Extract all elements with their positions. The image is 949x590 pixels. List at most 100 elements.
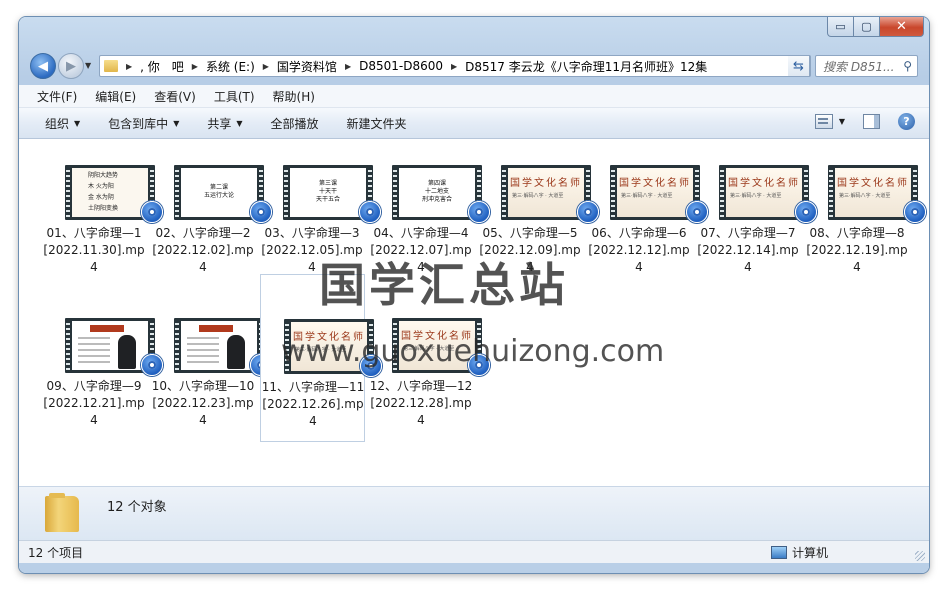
file-item[interactable]: 第二课 五运行大论 02、八字命理—2[2022.12.02].mp4 [151,121,272,289]
film-perforation [393,167,397,218]
navigation-row: ◀ ▶ ▼ ▶ , 你 吧 ▶ 系统 (E:) ▶ 国学资料馆 ▶ D8501-D8600 ▶ D… [19,50,929,80]
search-placeholder: 搜索 D851... [823,59,895,74]
thumbnail-text: 五运行大论 [203,192,234,199]
thumbnail-text-line [187,361,219,363]
computer-icon [771,546,787,559]
thumbnail-frame: 国学文化名师 第三·解码八字 · 大道至 [726,168,802,217]
close-icon: ✕ [896,19,907,34]
file-item[interactable]: 09、八字命理—9[2022.12.21].mp4 [42,274,163,442]
thumbnail-frame [181,321,257,370]
media-player-icon [904,201,926,223]
film-perforation [66,320,70,371]
explorer-window: ▭ ▢ ✕ ◀ ▶ ▼ ▶ , 你 吧 ▶ 系统 (E:) ▶ 国学资料馆 ▶ D8501-D… [19,17,929,573]
file-list-area[interactable]: 阴阳大趋势木 火为阳金 水为阴 土阴阳变换 01、八字命理—1[2022.11.30… [19,139,929,486]
menu-view[interactable]: 查看(V) [144,88,204,105]
thumbnail-text-line [187,355,219,357]
arrow-right-icon: ▶ [66,58,76,74]
caption-buttons: ▭ ▢ ✕ [827,17,924,37]
file-name: 07、八字命理—7[2022.12.14].mp4 [697,226,799,274]
thumbnail-frame: 第三课 十天干 天干五合 [290,168,366,217]
back-button[interactable]: ◀ [30,53,56,79]
film-perforation [66,167,70,218]
thumbnail-text: 刑冲克害合 [421,196,452,203]
breadcrumb-item[interactable]: D8501-D8600 [359,59,443,73]
file-name: 12、八字命理—12[2022.12.28].mp4 [369,379,473,427]
item-count: 12 个项目 [28,546,84,560]
minimize-icon: ▭ [835,20,846,33]
file-item[interactable]: 国学文化名师 第三·解码八字 · 大道至 07、八字命理—7[2022.12.14]… [696,121,817,289]
refresh-icon: ⇆ [793,58,804,74]
breadcrumb-item[interactable]: D8517 李云龙《八字命理11月名师班》12集 [465,58,707,75]
thumbnail-frame [72,321,148,370]
menu-tools[interactable]: 工具(T) [204,88,263,105]
breadcrumb-separator-icon[interactable]: ▶ [451,62,457,71]
maximize-icon: ▢ [861,20,872,33]
menu-edit[interactable]: 编辑(E) [85,88,144,105]
thumbnail-text: 阴阳大趋势 [88,172,119,179]
search-input[interactable]: 搜索 D851... ⚲ [815,55,918,77]
film-perforation [829,167,833,218]
file-item[interactable]: 国学文化名师第三·解码八字 · 大道至 06、八字命理—6[2022.12.12]… [587,121,708,289]
file-item[interactable]: 阴阳大趋势木 火为阳金 水为阴 土阴阳变换 01、八字命理—1[2022.11.30… [42,121,163,289]
presenter-figure [227,335,245,369]
thumbnail-text: 第三课 [318,180,337,187]
breadcrumb-item[interactable]: 国学资料馆 [277,58,337,75]
status-bar: 12 个项目 计算机 [19,540,929,563]
thumbnail-text-line [187,349,219,351]
recent-pages-dropdown[interactable]: ▼ [85,61,91,70]
file-name: 06、八字命理—6[2022.12.12].mp4 [588,226,690,274]
forward-button[interactable]: ▶ [58,53,84,79]
thumbnail-banner [90,325,124,332]
menu-file[interactable]: 文件(F) [27,88,85,105]
thumbnail-text: 金 水为阴 [88,194,114,201]
thumbnail-text-line [78,361,110,363]
presenter-figure [118,335,136,369]
thumbnail-text: 第二课 [209,184,228,191]
folder-icon [104,60,118,72]
thumbnail-frame: 国学文化名师 第三·解码八字 · 大道至 [835,168,911,217]
thumbnail-frame: 国学文化名师第三·解码八字 · 大道至 [617,168,693,217]
film-perforation [720,167,724,218]
file-name: 01、八字命理—1[2022.11.30].mp4 [43,226,145,274]
resize-grip[interactable] [915,551,925,561]
breadcrumb-item[interactable]: , 你 吧 [140,58,184,75]
minimize-button[interactable]: ▭ [827,17,854,37]
thumbnail-text: 十天干 [318,188,337,195]
file-name: 08、八字命理—8[2022.12.19].mp4 [806,226,908,274]
details-pane: 12 个对象 [19,486,929,540]
file-item[interactable]: 国学文化名师 第三·解码八字 · 大道至 08、八字命理—8[2022.12.19]… [805,121,926,289]
folder-icon [45,493,79,532]
thumbnail-text-line [78,343,110,345]
refresh-button[interactable]: ⇆ [788,55,810,77]
menu-help[interactable]: 帮助(H) [263,88,323,105]
thumbnail-frame: 第四课 十二地支 刑冲克害合 [399,168,475,217]
breadcrumb-separator-icon[interactable]: ▶ [192,62,198,71]
breadcrumb-item[interactable]: 系统 (E:) [206,58,255,75]
thumbnail-title: 国学文化名师 [619,178,691,189]
thumbnail-subtitle: 第三·解码八字 · 大道至 [621,193,673,199]
file-item[interactable]: 10、八字命理—10[2022.12.23].mp4 [151,274,272,442]
close-button[interactable]: ✕ [880,17,924,37]
arrow-left-icon: ◀ [38,58,48,74]
address-bar[interactable]: ▶ , 你 吧 ▶ 系统 (E:) ▶ 国学资料馆 ▶ D8501-D8600 ▶ D8517 李… [99,55,811,77]
maximize-button[interactable]: ▢ [854,17,880,37]
thumbnail-subtitle: 第三·解码八字 · 大道至 [730,193,782,199]
film-perforation [502,167,506,218]
thumbnail-banner [199,325,233,332]
breadcrumb-separator-icon[interactable]: ▶ [345,62,351,71]
search-icon[interactable]: ⚲ [903,59,912,73]
breadcrumb-separator-icon[interactable]: ▶ [263,62,269,71]
thumbnail-text: 第四课 [427,180,446,187]
watermark-text: 国学汇总站 [319,258,569,312]
film-perforation [284,167,288,218]
watermark-url: www.guoxuehuizong.com [281,334,665,369]
thumbnail-text-line [78,349,110,351]
film-perforation [175,167,179,218]
breadcrumb-separator-icon[interactable]: ▶ [126,62,132,71]
thumbnail-subtitle: 第三·解码八字 · 大道至 [512,193,564,199]
file-name: 11、八字命理—11[2022.12.26].mp4 [261,380,365,428]
thumbnail-text: 十二地支 [424,188,449,195]
menu-bar: 文件(F) 编辑(E) 查看(V) 工具(T) 帮助(H) [19,85,929,108]
thumbnail-text: 天干五合 [315,196,340,203]
thumbnail-frame: 第二课 五运行大论 [181,168,257,217]
